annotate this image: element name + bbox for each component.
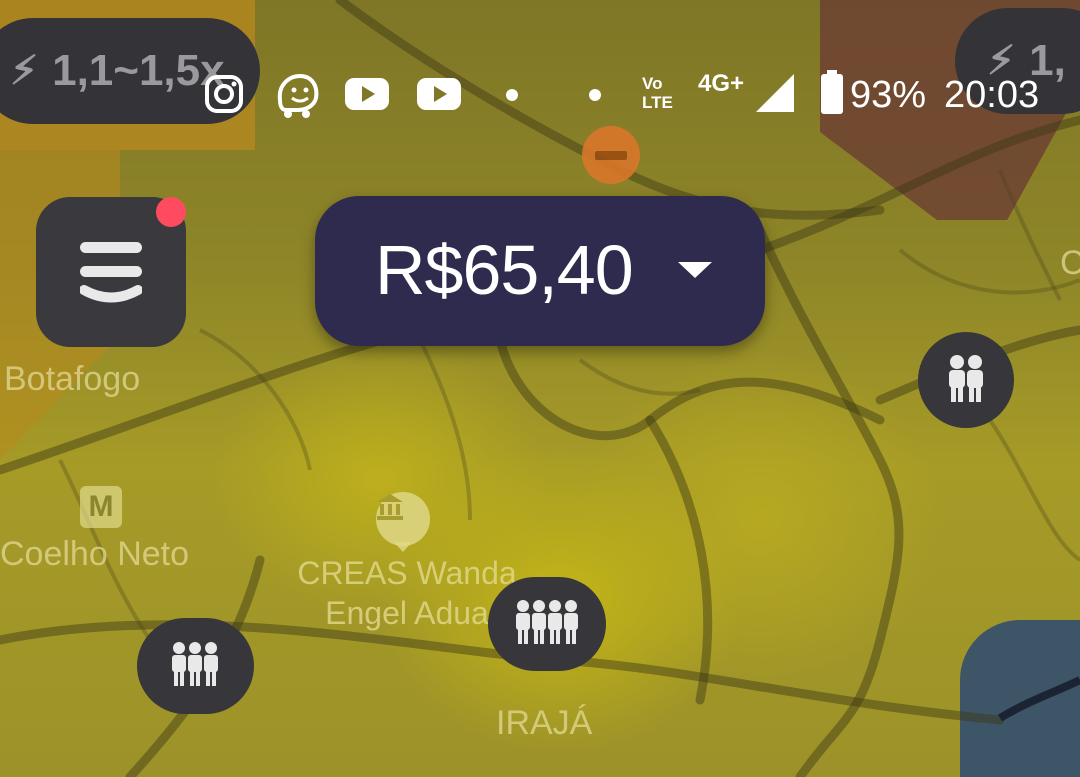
fare-selector[interactable]: R$65,40 — [315, 196, 765, 346]
dot-icon — [506, 89, 518, 101]
map-label-edge: C — [1060, 244, 1080, 282]
notification-badge — [156, 197, 186, 227]
youtube-icon — [417, 78, 461, 110]
instagram-icon — [205, 75, 243, 113]
map-label-coelho-neto: Coelho Neto — [0, 535, 190, 573]
battery-percent: 93% — [850, 74, 927, 116]
battery-icon — [821, 70, 843, 114]
volte-indicator: Vo LTE — [642, 74, 673, 112]
people-icon — [172, 642, 218, 686]
crowd-marker[interactable] — [137, 618, 254, 714]
map-label-iraja: IRAJÁ — [496, 704, 593, 742]
status-bar: Vo LTE 4G+ 93% 20:03 — [0, 60, 1080, 130]
metro-station-icon: M — [80, 486, 122, 528]
caret-down-icon — [678, 262, 712, 278]
network-type: 4G+ — [698, 70, 745, 97]
map-label-botafogo: Botafogo — [4, 360, 141, 398]
crowd-marker[interactable] — [488, 577, 606, 671]
fare-value: R$65,40 — [375, 231, 634, 309]
museum-pin-icon — [376, 492, 430, 552]
youtube-icon — [345, 78, 389, 110]
people-icon — [516, 600, 578, 644]
clock: 20:03 — [944, 74, 1040, 116]
road-closed-icon — [582, 126, 640, 184]
crowd-marker[interactable] — [918, 332, 1014, 428]
people-icon — [949, 355, 983, 402]
dot-icon — [589, 89, 601, 101]
waze-icon — [277, 73, 319, 118]
signal-icon — [756, 74, 794, 112]
menu-icon — [80, 242, 142, 253]
